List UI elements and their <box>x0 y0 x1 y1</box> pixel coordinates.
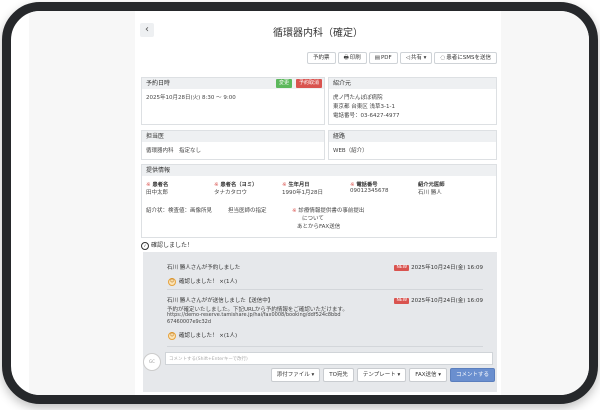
pdf-button[interactable]: ▤PDF <box>368 52 398 64</box>
route-section: 経路 WEB（紹介） <box>328 130 497 160</box>
reservation-datetime-heading: 予約日時 変更 予約取消 <box>142 78 324 89</box>
check-circle-icon: ✓ <box>141 241 149 250</box>
avatar: GC <box>143 353 161 371</box>
section-title: 予約日時 <box>146 80 171 87</box>
new-badge: NEW <box>394 264 410 271</box>
print-icon: 🖶 <box>343 55 349 61</box>
submit-comment-button[interactable]: コメントする <box>449 368 495 382</box>
department-value: 循環器内科 指定なし <box>146 148 202 154</box>
send-sms-button[interactable]: ◌患者にSMSを送信 <box>434 52 497 64</box>
send-sms-label: 患者にSMSを送信 <box>446 55 491 61</box>
reservation-datetime-value: 2025年10月28日(火) 8:30 ～ 9:00 <box>146 95 236 101</box>
provided-info-heading: 提供情報 <box>142 165 496 176</box>
patient-name-value: 田中太郎 <box>146 190 169 196</box>
share-label: 共有 ▾ <box>410 55 427 61</box>
required-mark: ※ <box>292 208 297 214</box>
comment-divider <box>167 289 483 290</box>
comment-date: 2025年10月24日(金) 16:09 <box>411 265 483 271</box>
tablet-frame: ‹ 循環器内科（確定） 予約票 🖶印刷 ▤PDF ◁共有 ▾ ◌患者にSMSを送… <box>2 2 598 404</box>
ack-button[interactable]: ☺ 確認しました！ ×(1人) <box>168 331 237 340</box>
cancel-reservation-button[interactable]: 予約取消 <box>295 79 322 88</box>
pdf-icon: ▤ <box>374 55 380 61</box>
comment-body-url[interactable]: https://demo-reserve.tamishare.jp/hai/fa… <box>167 312 341 318</box>
reservation-slip-label: 予約票 <box>313 55 330 61</box>
medical-info-line3: あとからFAX送信 <box>297 224 341 230</box>
referrer-address: 東京都 台東区 浅草3-1-1 <box>333 104 395 110</box>
ack-label: 確認しました！ ×(1人) <box>179 279 238 285</box>
reservation-slip-button[interactable]: 予約票 <box>307 52 336 64</box>
sms-icon: ◌ <box>440 55 446 61</box>
doctor-designation-note: 担当医師の指定 <box>228 208 267 214</box>
patient-name-label: ※ 患者名 <box>146 180 168 188</box>
provided-info-section: 提供情報 ※ 患者名 田中太郎 ※ 患者名（ヨミ） タナカタロウ ※ 生年月日 … <box>141 164 497 238</box>
comment-body-url-cont[interactable]: 67460007e9c32d <box>167 319 211 325</box>
department-section: 担当医 循環器内科 指定なし <box>141 130 325 160</box>
fax-send-button[interactable]: FAX送信 ▾ <box>409 368 447 382</box>
referrer-phone: 電話番号：03-6427-4977 <box>333 113 400 119</box>
referrer-heading: 紹介元 <box>329 78 496 89</box>
change-button[interactable]: 変更 <box>275 79 292 88</box>
reservation-detail-page: ‹ 循環器内科（確定） 予約票 🖶印刷 ▤PDF ◁共有 ▾ ◌患者にSMSを送… <box>135 11 501 395</box>
ack-label: 確認しました！ ×(1人) <box>179 333 238 339</box>
share-icon: ◁ <box>405 55 410 61</box>
print-label: 印刷 <box>349 55 361 61</box>
new-badge: NEW <box>394 297 410 304</box>
medical-info-line2: について <box>302 216 324 222</box>
medical-info-note: ※ 診療情報提供書の事前提出 <box>292 206 364 214</box>
referring-doctor-label: 紹介元医師 <box>418 180 445 188</box>
route-value: WEB（紹介） <box>333 148 368 154</box>
reservation-datetime-section: 予約日時 変更 予約取消 2025年10月28日(火) 8:30 ～ 9:00 <box>141 77 325 125</box>
share-button[interactable]: ◁共有 ▾ <box>399 52 433 64</box>
comment-meta: NEW 2025年10月24日(金) 16:09 <box>394 296 483 304</box>
referral-letter-note: 紹介状：検査値：画像所見 <box>146 208 213 214</box>
pdf-label: PDF <box>380 55 392 61</box>
page-title: 循環器内科（確定） <box>273 28 363 39</box>
comment-author: 石川 勝人さんが予約しました <box>167 265 241 271</box>
screen: ‹ 循環器内科（確定） 予約票 🖶印刷 ▤PDF ◁共有 ▾ ◌患者にSMSを送… <box>29 11 589 395</box>
birthdate-label: ※ 生年月日 <box>282 180 310 188</box>
referrer-name: 虎ノ門たんぽぽ病院 <box>333 95 383 101</box>
referring-doctor-value: 石川 勝人 <box>418 190 442 196</box>
smile-icon: ☺ <box>168 331 176 340</box>
comment-date: 2025年10月24日(金) 16:09 <box>411 298 483 304</box>
comment-author: 石川 勝人さんがが送信しました【送信中】 <box>167 298 274 304</box>
patient-kana-label: ※ 患者名（ヨミ） <box>214 180 257 188</box>
to-recipient-button[interactable]: TO宛先 <box>323 368 354 382</box>
ack-button[interactable]: ☺ 確認しました！ ×(1人) <box>168 277 237 286</box>
comment-actions: 添付ファイル ▾ TO宛先 テンプレート ▾ FAX送信 ▾ コメントする <box>270 368 495 382</box>
template-button[interactable]: テンプレート ▾ <box>356 368 407 382</box>
referrer-section: 紹介元 虎ノ門たんぽぽ病院 東京都 台東区 浅草3-1-1 電話番号：03-64… <box>328 77 497 125</box>
comment-input[interactable]: コメントする(Shift+Enterキーで改行) <box>165 352 493 365</box>
confirm-heading: ✓ 確認しました！ <box>141 240 193 250</box>
route-heading: 経路 <box>329 131 496 142</box>
attach-file-button[interactable]: 添付ファイル ▾ <box>270 368 321 382</box>
birthdate-value: 1990年1月28日 <box>282 190 323 196</box>
print-button[interactable]: 🖶印刷 <box>337 52 367 64</box>
patient-kana-value: タナカタロウ <box>214 190 248 196</box>
confirm-heading-text: 確認しました！ <box>151 242 194 249</box>
page-header: ‹ 循環器内科（確定） <box>135 15 501 39</box>
comment-item: 石川 勝人さんがが送信しました【送信中】 NEW 2025年10月24日(金) 1… <box>167 296 483 346</box>
toolbar: 予約票 🖶印刷 ▤PDF ◁共有 ▾ ◌患者にSMSを送信 <box>307 52 497 64</box>
department-heading: 担当医 <box>142 131 324 142</box>
comment-meta: NEW 2025年10月24日(金) 16:09 <box>394 263 483 271</box>
phone-value: 09012345678 <box>350 188 389 194</box>
smile-icon: ☺ <box>168 277 176 286</box>
phone-label: ※ 電話番号 <box>350 180 378 188</box>
comment-divider <box>167 346 483 347</box>
